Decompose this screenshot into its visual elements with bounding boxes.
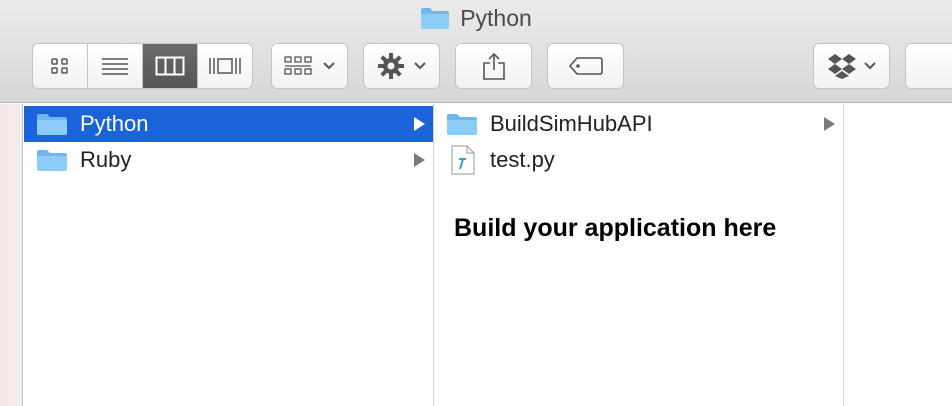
window-title-text: Python — [460, 4, 532, 31]
list-item[interactable]: test.py — [434, 142, 843, 178]
grid-icon — [51, 58, 68, 74]
list-item[interactable]: Ruby — [24, 142, 433, 178]
view-mode-control[interactable] — [32, 43, 253, 89]
share-button[interactable] — [455, 43, 532, 89]
column-view-button[interactable] — [143, 44, 198, 88]
browser-column-2: BuildSimHubAPI test.py Build your applic… — [434, 104, 844, 406]
list-item[interactable]: Python — [24, 106, 433, 142]
share-icon — [482, 52, 505, 80]
window-title: Python — [0, 4, 952, 32]
icon-view-button[interactable] — [33, 44, 88, 88]
folder-icon — [37, 114, 67, 135]
action-button[interactable] — [363, 43, 440, 89]
columns-icon — [155, 56, 185, 76]
python-file-icon — [451, 145, 475, 175]
dropbox-button[interactable] — [813, 43, 890, 89]
tag-icon — [568, 57, 603, 75]
chevron-down-icon — [863, 62, 876, 70]
group-button[interactable] — [271, 43, 348, 89]
folder-icon — [37, 150, 67, 171]
chevron-down-icon — [413, 62, 426, 70]
folder-icon — [421, 8, 450, 29]
group-grid-icon — [283, 56, 312, 75]
sidebar-edge — [0, 104, 23, 406]
folder-icon — [447, 114, 477, 135]
browser-column-3 — [844, 104, 952, 406]
gallery-icon — [209, 58, 241, 74]
tag-button[interactable] — [547, 43, 624, 89]
list-item-label: Python — [80, 111, 149, 136]
list-view-button[interactable] — [88, 44, 143, 88]
gallery-view-button[interactable] — [198, 44, 252, 88]
browser-column-1: Python Ruby — [24, 104, 434, 406]
list-item-label: BuildSimHubAPI — [490, 111, 653, 136]
list-item-label: test.py — [490, 147, 555, 172]
list-icon — [102, 58, 128, 75]
gear-icon — [377, 53, 404, 79]
search-field[interactable] — [905, 43, 952, 89]
disclosure-arrow-icon — [414, 153, 425, 167]
finder-toolbar: Python — [0, 0, 952, 103]
chevron-down-icon — [322, 62, 335, 70]
list-item[interactable]: BuildSimHubAPI — [434, 106, 843, 142]
list-item-label: Ruby — [80, 147, 132, 172]
disclosure-arrow-icon — [414, 117, 425, 131]
disclosure-arrow-icon — [824, 117, 835, 131]
dropbox-icon — [827, 54, 856, 79]
column-message: Build your application here — [454, 214, 777, 242]
